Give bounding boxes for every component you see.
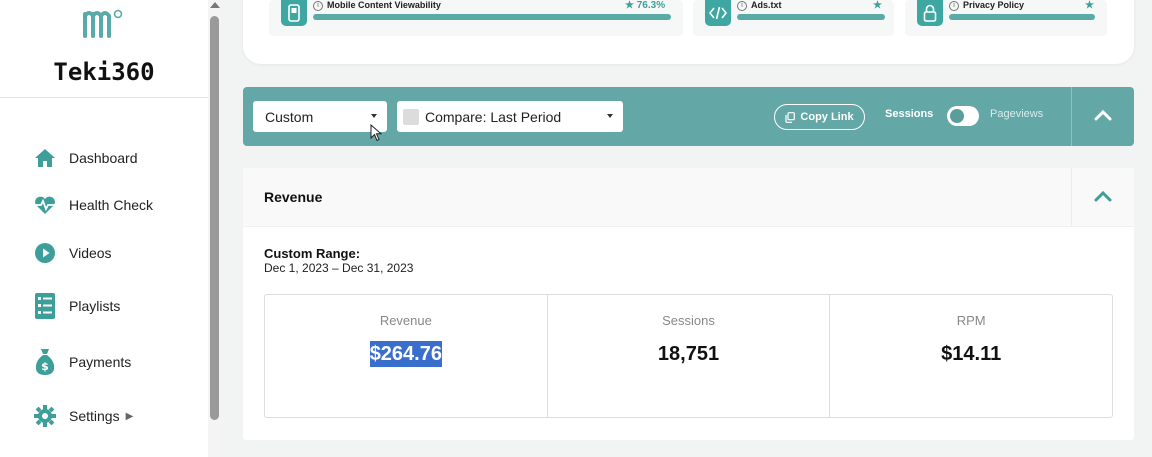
check-name: Privacy Policy	[963, 0, 1025, 10]
selected-text[interactable]: $264.76	[369, 341, 442, 367]
custom-range-dates: Dec 1, 2023 – Dec 31, 2023	[264, 261, 414, 275]
toggle-knob	[950, 109, 964, 123]
sessions-pageviews-toggle[interactable]	[947, 106, 979, 126]
logo-mark-icon	[82, 6, 126, 45]
dropdown-arrow-icon	[607, 114, 613, 118]
metric-sessions: Sessions 18,751	[548, 295, 831, 417]
sidebar-scrollbar[interactable]	[208, 0, 222, 457]
sidebar-item-label: Playlists	[69, 298, 121, 314]
sidebar-item-dashboard[interactable]: Dashboard	[32, 140, 138, 176]
info-icon[interactable]: i	[949, 1, 959, 11]
metric-label: Revenue	[379, 313, 432, 328]
gear-icon	[32, 403, 58, 429]
heartbeat-icon	[32, 192, 58, 218]
list-icon	[32, 293, 58, 319]
compare-color-swatch	[403, 108, 419, 125]
chevron-up-icon	[1094, 189, 1112, 207]
compare-select[interactable]: Compare: Last Period	[397, 101, 623, 132]
info-icon[interactable]: i	[313, 1, 323, 11]
revenue-collapse-button[interactable]	[1071, 168, 1134, 227]
check-tile-privacy-policy[interactable]: i Privacy Policy ★	[905, 0, 1107, 36]
chevron-up-icon	[1094, 108, 1112, 126]
copy-icon	[785, 111, 796, 123]
svg-text:$: $	[41, 360, 49, 373]
toggle-label-sessions: Sessions	[885, 108, 934, 120]
sidebar: Teki360 Dashboard Health Check Videos Pl…	[0, 0, 208, 457]
play-icon	[32, 240, 58, 266]
check-progress-bar	[313, 14, 671, 20]
sidebar-item-label: Dashboard	[69, 150, 138, 166]
star-icon: ★	[1085, 0, 1094, 11]
health-check-summary-card: i Mobile Content Viewability ★ 76.3% i A…	[243, 0, 1134, 64]
check-progress-bar	[737, 14, 885, 20]
sidebar-item-label: Health Check	[69, 197, 154, 213]
sidebar-item-settings[interactable]: Settings ▶	[32, 398, 133, 434]
scroll-thumb[interactable]	[210, 16, 219, 420]
toggle-label-pageviews: Pageviews	[990, 108, 1044, 120]
custom-range-label: Custom Range:	[264, 246, 361, 261]
sidebar-item-label: Videos	[69, 245, 112, 261]
metric-label: RPM	[956, 313, 986, 328]
sidebar-item-health-check[interactable]: Health Check	[32, 187, 153, 223]
star-icon: ★	[873, 0, 882, 11]
code-icon	[705, 0, 731, 26]
lock-icon	[917, 0, 943, 26]
date-range-select[interactable]: Custom	[253, 101, 387, 132]
scroll-up-arrow-icon[interactable]	[210, 2, 220, 8]
mouse-cursor-icon	[370, 123, 383, 147]
check-tile-mobile-viewability[interactable]: i Mobile Content Viewability ★ 76.3%	[269, 0, 683, 36]
home-icon	[32, 145, 58, 171]
metric-label: Sessions	[662, 313, 715, 328]
metric-value: $264.76	[265, 341, 547, 367]
metric-rpm: RPM $14.11	[830, 295, 1112, 417]
star-icon: ★	[625, 0, 634, 11]
sidebar-item-videos[interactable]: Videos	[32, 235, 112, 271]
metric-revenue: Revenue $264.76	[265, 295, 548, 417]
revenue-title: Revenue	[264, 189, 323, 205]
check-name: Ads.txt	[751, 0, 782, 10]
filter-collapse-button[interactable]	[1071, 87, 1134, 146]
money-bag-icon: $	[32, 349, 58, 375]
check-progress-bar	[949, 14, 1095, 20]
metric-value: 18,751	[657, 343, 720, 365]
copy-link-button[interactable]: Copy Link	[774, 104, 865, 130]
sidebar-item-playlists[interactable]: Playlists	[32, 288, 120, 324]
sidebar-item-label: Payments	[69, 354, 132, 370]
metric-value: $14.11	[941, 343, 1002, 365]
sidebar-item-label: Settings	[69, 408, 120, 424]
check-name: Mobile Content Viewability	[327, 0, 441, 10]
dropdown-arrow-icon	[371, 114, 377, 118]
revenue-card: Revenue Custom Range: Dec 1, 2023 – Dec …	[243, 168, 1134, 440]
logo-area: Teki360	[0, 0, 208, 98]
date-range-value: Custom	[265, 108, 314, 125]
revenue-header: Revenue	[243, 168, 1134, 227]
compare-value: Compare: Last Period	[425, 108, 562, 125]
brand-name: Teki360	[53, 58, 155, 86]
copy-link-label: Copy Link	[800, 111, 854, 123]
check-tile-ads-txt[interactable]: i Ads.txt ★	[693, 0, 894, 36]
check-score: ★ 76.3%	[625, 0, 666, 11]
caret-right-icon: ▶	[125, 410, 134, 422]
mobile-icon	[281, 0, 307, 26]
info-icon[interactable]: i	[737, 1, 747, 11]
metrics-grid: Revenue $264.76 Sessions 18,751 RPM $14.…	[264, 294, 1113, 418]
sidebar-item-payments[interactable]: $ Payments	[32, 344, 131, 380]
